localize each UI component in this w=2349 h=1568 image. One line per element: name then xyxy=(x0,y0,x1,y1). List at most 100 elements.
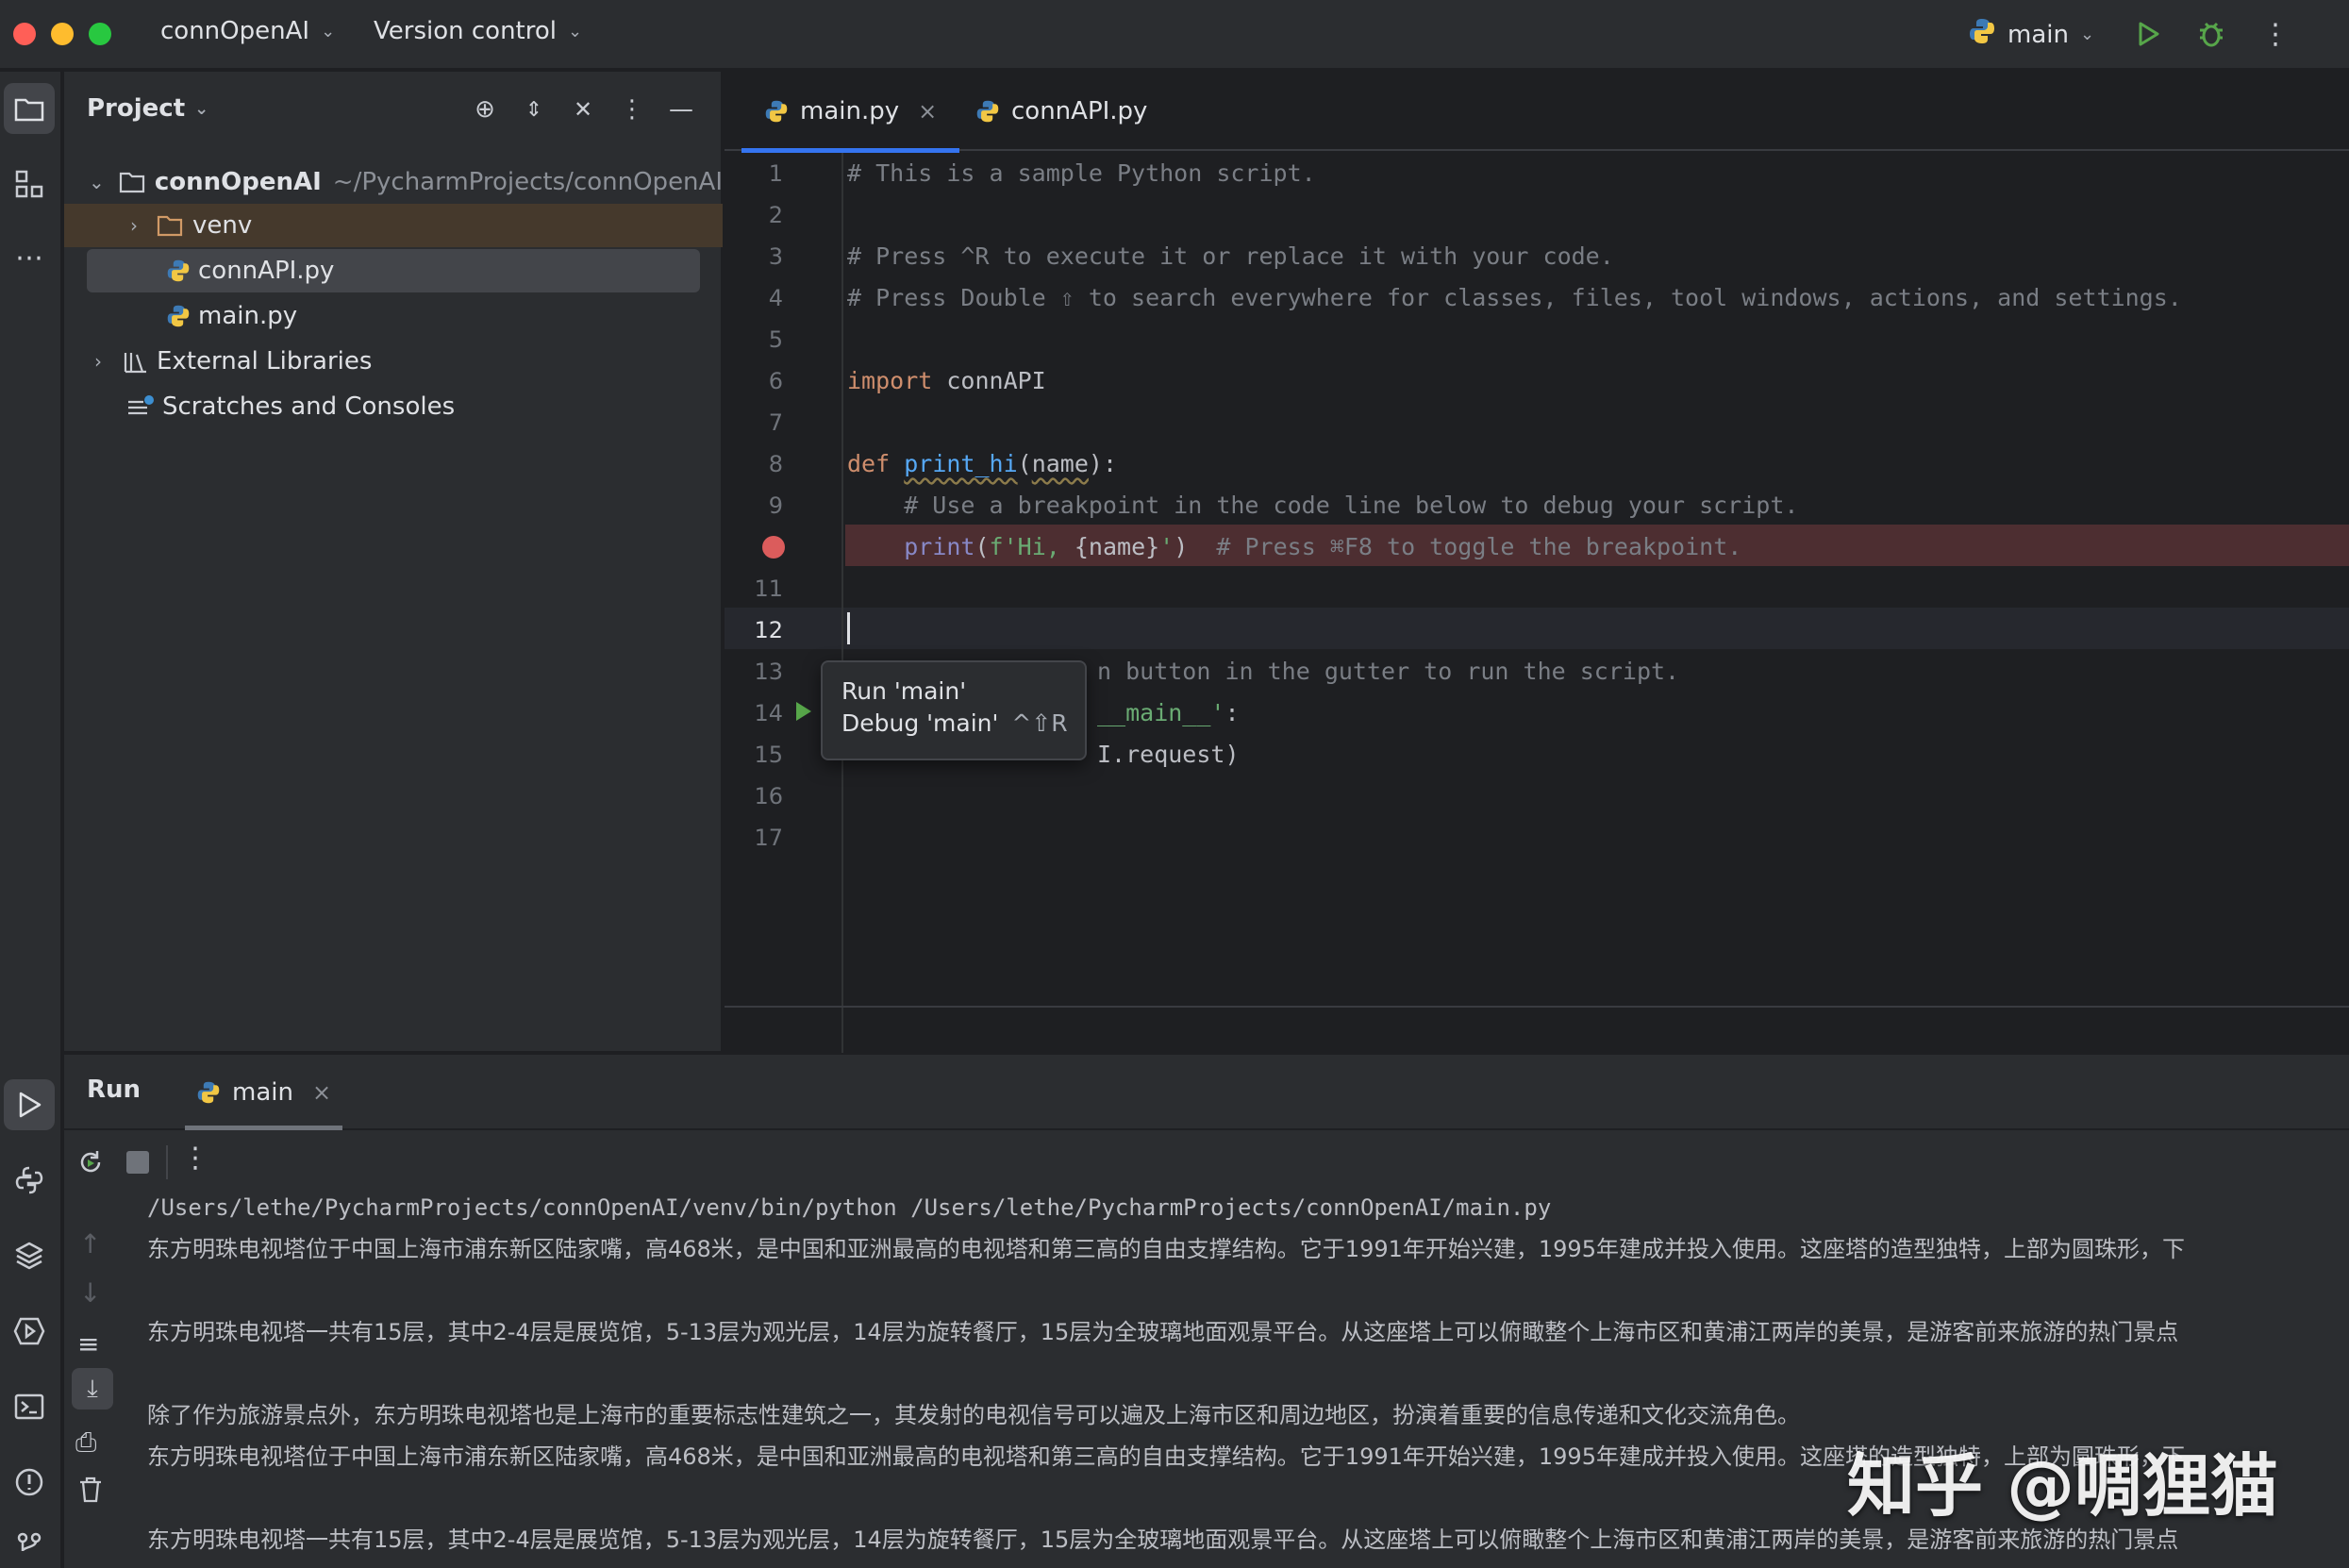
options-icon[interactable]: ⋮ xyxy=(615,92,649,126)
current-line-highlight xyxy=(725,608,2349,649)
services-icon xyxy=(13,1317,45,1345)
folder-icon xyxy=(119,171,145,193)
shortcut-hint: ^⇧R xyxy=(1011,709,1068,737)
python-icon xyxy=(1968,17,1996,52)
scroll-to-end-icon[interactable]: ⤓ xyxy=(72,1368,113,1410)
window-zoom-button[interactable] xyxy=(89,23,111,45)
code-line-10[interactable]: print(f'Hi, {name}') # Press ⌘F8 to togg… xyxy=(847,526,1741,568)
title-bar: connOpenAI ⌄ Version control ⌄ main ⌄ ⋮ xyxy=(0,0,2349,70)
run-main-item[interactable]: Run 'main' xyxy=(841,676,1066,708)
line-number: 13 xyxy=(754,659,783,685)
window-close-button[interactable] xyxy=(13,23,36,45)
collapse-all-icon[interactable]: ✕ xyxy=(566,92,600,126)
watermark: 知乎 @啁狸猫 xyxy=(1847,1446,2279,1526)
close-icon[interactable]: × xyxy=(312,1079,331,1106)
folder-icon xyxy=(157,214,183,237)
hide-panel-icon[interactable]: — xyxy=(664,92,698,126)
project-panel: Project ⌄ ⊕ ⇕ ✕ ⋮ — ⌄ connOpenAI ~/Pycha… xyxy=(64,72,723,1051)
run-tool-button[interactable] xyxy=(4,1079,55,1130)
layers-tool-button[interactable] xyxy=(4,1230,55,1281)
chevron-right-icon: › xyxy=(94,350,102,373)
project-panel-title[interactable]: Project ⌄ xyxy=(87,94,208,123)
code-line-13[interactable]: n button in the gutter to run the script… xyxy=(1097,651,1679,692)
more-tools-icon[interactable]: ⋯ xyxy=(4,232,55,283)
arrow-down-icon[interactable]: ↓ xyxy=(79,1277,101,1309)
window-minimize-button[interactable] xyxy=(51,23,74,45)
python-file-icon xyxy=(764,99,789,124)
line-number: 9 xyxy=(768,492,783,519)
run-tab-main[interactable]: main × xyxy=(185,1055,343,1130)
services-tool-button[interactable] xyxy=(4,1306,55,1357)
tree-item-venv[interactable]: › venv xyxy=(64,204,723,247)
code-line-8[interactable]: def print_hi(name): xyxy=(847,443,1117,485)
run-gutter-icon[interactable] xyxy=(796,702,811,721)
code-line-3[interactable]: # Press ^R to execute it or replace it w… xyxy=(847,236,1614,277)
structure-tool-button[interactable] xyxy=(4,158,55,209)
more-menu-icon[interactable]: ⋮ xyxy=(2257,15,2294,53)
tab-connapi-py[interactable]: connAPI.py xyxy=(953,72,1170,151)
scratches-label: Scratches and Consoles xyxy=(162,392,456,421)
chevron-right-icon: › xyxy=(130,214,138,237)
line-number: 12 xyxy=(754,617,783,643)
rerun-button[interactable] xyxy=(72,1143,109,1181)
terminal-tool-button[interactable] xyxy=(4,1381,55,1432)
structure-icon xyxy=(15,170,43,198)
interpolation: {name} xyxy=(1074,533,1160,560)
breakpoint-icon[interactable] xyxy=(762,536,785,559)
debug-main-item[interactable]: Debug 'main' ^⇧R xyxy=(841,708,1068,740)
project-tool-button[interactable] xyxy=(4,83,55,134)
vcs-menu[interactable]: Version control ⌄ xyxy=(374,17,582,45)
tree-item-connapi[interactable]: connAPI.py xyxy=(87,249,700,292)
code-line-15[interactable]: I.request) xyxy=(1097,734,1240,776)
tab-label: main.py xyxy=(800,97,900,125)
tree-item-root[interactable]: ⌄ connOpenAI ~/PycharmProjects/connOpenA… xyxy=(64,160,723,204)
trash-icon[interactable] xyxy=(77,1476,104,1508)
git-tool-button[interactable] xyxy=(4,1521,55,1568)
line-number: 11 xyxy=(754,575,783,602)
code-line-9[interactable]: # Use a breakpoint in the code line belo… xyxy=(847,485,1798,526)
code-text: connAPI xyxy=(932,367,1046,394)
rerun-icon xyxy=(80,1151,101,1173)
root-name: connOpenAI xyxy=(154,168,322,196)
builtin: print xyxy=(904,533,975,560)
problems-tool-button[interactable] xyxy=(4,1457,55,1508)
tab-label: connAPI.py xyxy=(1011,97,1148,125)
tree-item-external-libraries[interactable]: › External Libraries xyxy=(64,340,723,383)
code-line-6[interactable]: import connAPI xyxy=(847,360,1046,402)
console-line: /Users/lethe/PycharmProjects/connOpenAI/… xyxy=(147,1194,1552,1221)
line-number: 2 xyxy=(768,202,783,228)
code-line-4[interactable]: # Press Double ⇧ to search everywhere fo… xyxy=(847,277,2182,319)
run-options-icon[interactable]: ⋮ xyxy=(181,1142,209,1175)
code-text: ) xyxy=(1174,533,1189,560)
play-icon xyxy=(2139,22,2159,46)
tree-item-scratches[interactable]: Scratches and Consoles xyxy=(64,385,723,428)
left-tool-strip: ⋯ xyxy=(0,72,62,1568)
stop-icon[interactable] xyxy=(126,1151,149,1174)
python-console-button[interactable] xyxy=(4,1155,55,1206)
debug-button[interactable] xyxy=(2192,15,2230,53)
chevron-down-icon: ⌄ xyxy=(321,21,336,42)
code-line-14[interactable]: __main__': xyxy=(1097,692,1240,734)
run-button[interactable] xyxy=(2128,15,2166,53)
tab-main-py[interactable]: main.py × xyxy=(741,72,960,153)
expand-collapse-icon[interactable]: ⇕ xyxy=(517,92,551,126)
code-line-1[interactable]: # This is a sample Python script. xyxy=(847,153,1316,194)
line-number: 4 xyxy=(768,285,783,311)
run-panel-title: Run xyxy=(87,1076,142,1104)
print-icon[interactable]: ⎙ xyxy=(75,1426,96,1459)
folder-icon xyxy=(14,98,44,122)
soft-wrap-icon[interactable]: ≡ xyxy=(77,1328,99,1359)
locate-icon[interactable]: ⊕ xyxy=(468,92,502,126)
tree-item-main[interactable]: main.py xyxy=(64,294,723,338)
debug-main-label: Debug 'main' xyxy=(841,709,999,737)
project-switcher[interactable]: connOpenAI ⌄ xyxy=(160,17,335,45)
venv-label: venv xyxy=(192,211,253,240)
line-number: 14 xyxy=(754,700,783,726)
arrow-up-icon[interactable]: ↑ xyxy=(79,1228,101,1259)
close-icon[interactable]: × xyxy=(918,98,937,125)
line-number: 6 xyxy=(768,368,783,394)
line-gutter: 1 2 3 4 5 6 7 8 9 11 12 13 14 15 16 17 xyxy=(725,153,843,1077)
run-config-selector[interactable]: main ⌄ xyxy=(1968,17,2094,52)
python-file-icon xyxy=(166,259,191,283)
